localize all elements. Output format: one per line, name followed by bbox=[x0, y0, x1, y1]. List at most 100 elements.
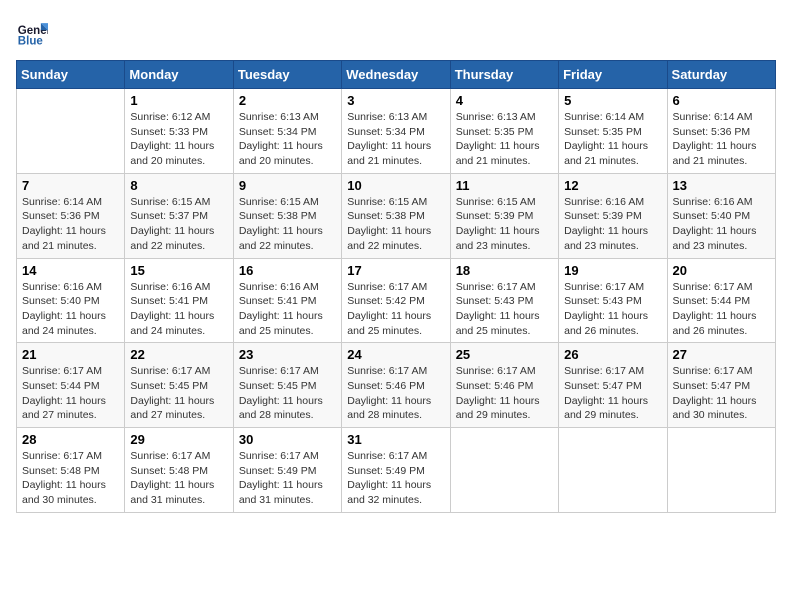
day-detail: Sunrise: 6:13 AM Sunset: 5:34 PM Dayligh… bbox=[347, 110, 444, 169]
day-number: 29 bbox=[130, 432, 227, 447]
day-number: 30 bbox=[239, 432, 336, 447]
calendar-cell: 18Sunrise: 6:17 AM Sunset: 5:43 PM Dayli… bbox=[450, 258, 558, 343]
day-detail: Sunrise: 6:17 AM Sunset: 5:46 PM Dayligh… bbox=[456, 364, 553, 423]
logo-icon: General Blue bbox=[16, 16, 48, 48]
day-number: 11 bbox=[456, 178, 553, 193]
day-detail: Sunrise: 6:17 AM Sunset: 5:44 PM Dayligh… bbox=[673, 280, 770, 339]
day-number: 7 bbox=[22, 178, 119, 193]
day-detail: Sunrise: 6:16 AM Sunset: 5:41 PM Dayligh… bbox=[239, 280, 336, 339]
calendar-cell: 13 Sunrise: 6:16 AM Sunset: 5:40 PM Dayli… bbox=[667, 173, 775, 258]
calendar-cell: 22Sunrise: 6:17 AM Sunset: 5:45 PM Dayli… bbox=[125, 343, 233, 428]
day-number: 24 bbox=[347, 347, 444, 362]
calendar-cell: 23 Sunrise: 6:17 AM Sunset: 5:45 PM Dayli… bbox=[233, 343, 341, 428]
day-detail: Sunrise: 6:15 AM Sunset: 5:39 PM Dayligh… bbox=[456, 195, 553, 254]
calendar-cell: 29 Sunrise: 6:17 AM Sunset: 5:48 PM Dayli… bbox=[125, 428, 233, 513]
calendar-cell bbox=[559, 428, 667, 513]
day-number: 20 bbox=[673, 263, 770, 278]
day-detail: Sunrise: 6:17 AM Sunset: 5:44 PM Dayligh… bbox=[22, 364, 119, 423]
calendar-cell bbox=[667, 428, 775, 513]
day-detail: Sunrise: 6:17 AM Sunset: 5:49 PM Dayligh… bbox=[347, 449, 444, 508]
day-number: 19 bbox=[564, 263, 661, 278]
calendar-cell: 20 Sunrise: 6:17 AM Sunset: 5:44 PM Dayli… bbox=[667, 258, 775, 343]
calendar-cell: 1 Sunrise: 6:12 AM Sunset: 5:33 PM Daylig… bbox=[125, 89, 233, 174]
calendar-cell: 24Sunrise: 6:17 AM Sunset: 5:46 PM Dayli… bbox=[342, 343, 450, 428]
day-number: 13 bbox=[673, 178, 770, 193]
day-detail: Sunrise: 6:17 AM Sunset: 5:47 PM Dayligh… bbox=[564, 364, 661, 423]
day-number: 8 bbox=[130, 178, 227, 193]
calendar-cell: 31 Sunrise: 6:17 AM Sunset: 5:49 PM Dayli… bbox=[342, 428, 450, 513]
logo: General Blue bbox=[16, 16, 52, 48]
calendar-cell: 11 Sunrise: 6:15 AM Sunset: 5:39 PM Dayli… bbox=[450, 173, 558, 258]
day-number: 27 bbox=[673, 347, 770, 362]
day-detail: Sunrise: 6:17 AM Sunset: 5:49 PM Dayligh… bbox=[239, 449, 336, 508]
day-detail: Sunrise: 6:17 AM Sunset: 5:45 PM Dayligh… bbox=[239, 364, 336, 423]
day-detail: Sunrise: 6:16 AM Sunset: 5:40 PM Dayligh… bbox=[22, 280, 119, 339]
day-number: 18 bbox=[456, 263, 553, 278]
calendar-cell: 9Sunrise: 6:15 AM Sunset: 5:38 PM Daylig… bbox=[233, 173, 341, 258]
day-detail: Sunrise: 6:15 AM Sunset: 5:38 PM Dayligh… bbox=[347, 195, 444, 254]
day-number: 17 bbox=[347, 263, 444, 278]
calendar-cell: 2 Sunrise: 6:13 AM Sunset: 5:34 PM Daylig… bbox=[233, 89, 341, 174]
weekday-header: Friday bbox=[559, 61, 667, 89]
day-detail: Sunrise: 6:14 AM Sunset: 5:35 PM Dayligh… bbox=[564, 110, 661, 169]
day-detail: Sunrise: 6:17 AM Sunset: 5:42 PM Dayligh… bbox=[347, 280, 444, 339]
calendar-week-row: 28 Sunrise: 6:17 AM Sunset: 5:48 PM Dayli… bbox=[17, 428, 776, 513]
weekday-header: Wednesday bbox=[342, 61, 450, 89]
weekday-header: Sunday bbox=[17, 61, 125, 89]
day-detail: Sunrise: 6:15 AM Sunset: 5:37 PM Dayligh… bbox=[130, 195, 227, 254]
page-header: General Blue bbox=[16, 16, 776, 48]
weekday-header: Monday bbox=[125, 61, 233, 89]
calendar-week-row: 14Sunrise: 6:16 AM Sunset: 5:40 PM Dayli… bbox=[17, 258, 776, 343]
calendar-cell: 30 Sunrise: 6:17 AM Sunset: 5:49 PM Dayli… bbox=[233, 428, 341, 513]
day-number: 23 bbox=[239, 347, 336, 362]
calendar-table: SundayMondayTuesdayWednesdayThursdayFrid… bbox=[16, 60, 776, 513]
day-number: 4 bbox=[456, 93, 553, 108]
day-number: 6 bbox=[673, 93, 770, 108]
day-detail: Sunrise: 6:12 AM Sunset: 5:33 PM Dayligh… bbox=[130, 110, 227, 169]
day-number: 2 bbox=[239, 93, 336, 108]
calendar-cell: 12 Sunrise: 6:16 AM Sunset: 5:39 PM Dayli… bbox=[559, 173, 667, 258]
day-detail: Sunrise: 6:14 AM Sunset: 5:36 PM Dayligh… bbox=[22, 195, 119, 254]
day-number: 25 bbox=[456, 347, 553, 362]
calendar-cell: 26 Sunrise: 6:17 AM Sunset: 5:47 PM Dayli… bbox=[559, 343, 667, 428]
weekday-header: Thursday bbox=[450, 61, 558, 89]
day-detail: Sunrise: 6:17 AM Sunset: 5:48 PM Dayligh… bbox=[22, 449, 119, 508]
calendar-cell: 28 Sunrise: 6:17 AM Sunset: 5:48 PM Dayli… bbox=[17, 428, 125, 513]
day-number: 5 bbox=[564, 93, 661, 108]
weekday-header: Tuesday bbox=[233, 61, 341, 89]
calendar-week-row: 1 Sunrise: 6:12 AM Sunset: 5:33 PM Daylig… bbox=[17, 89, 776, 174]
calendar-cell: 7 Sunrise: 6:14 AM Sunset: 5:36 PM Daylig… bbox=[17, 173, 125, 258]
day-detail: Sunrise: 6:16 AM Sunset: 5:39 PM Dayligh… bbox=[564, 195, 661, 254]
day-detail: Sunrise: 6:17 AM Sunset: 5:48 PM Dayligh… bbox=[130, 449, 227, 508]
calendar-cell: 10 Sunrise: 6:15 AM Sunset: 5:38 PM Dayli… bbox=[342, 173, 450, 258]
day-number: 26 bbox=[564, 347, 661, 362]
calendar-cell: 19 Sunrise: 6:17 AM Sunset: 5:43 PM Dayli… bbox=[559, 258, 667, 343]
day-detail: Sunrise: 6:17 AM Sunset: 5:43 PM Dayligh… bbox=[564, 280, 661, 339]
calendar-cell: 21Sunrise: 6:17 AM Sunset: 5:44 PM Dayli… bbox=[17, 343, 125, 428]
weekday-row: SundayMondayTuesdayWednesdayThursdayFrid… bbox=[17, 61, 776, 89]
day-detail: Sunrise: 6:16 AM Sunset: 5:40 PM Dayligh… bbox=[673, 195, 770, 254]
day-number: 1 bbox=[130, 93, 227, 108]
calendar-cell: 17 Sunrise: 6:17 AM Sunset: 5:42 PM Dayli… bbox=[342, 258, 450, 343]
calendar-cell bbox=[450, 428, 558, 513]
day-number: 22 bbox=[130, 347, 227, 362]
calendar-body: 1 Sunrise: 6:12 AM Sunset: 5:33 PM Daylig… bbox=[17, 89, 776, 513]
day-detail: Sunrise: 6:16 AM Sunset: 5:41 PM Dayligh… bbox=[130, 280, 227, 339]
day-number: 31 bbox=[347, 432, 444, 447]
calendar-cell: 5 Sunrise: 6:14 AM Sunset: 5:35 PM Daylig… bbox=[559, 89, 667, 174]
calendar-cell: 14Sunrise: 6:16 AM Sunset: 5:40 PM Dayli… bbox=[17, 258, 125, 343]
calendar-cell: 16Sunrise: 6:16 AM Sunset: 5:41 PM Dayli… bbox=[233, 258, 341, 343]
day-number: 28 bbox=[22, 432, 119, 447]
svg-text:Blue: Blue bbox=[18, 35, 44, 47]
day-number: 12 bbox=[564, 178, 661, 193]
calendar-cell: 8 Sunrise: 6:15 AM Sunset: 5:37 PM Daylig… bbox=[125, 173, 233, 258]
day-detail: Sunrise: 6:15 AM Sunset: 5:38 PM Dayligh… bbox=[239, 195, 336, 254]
calendar-cell: 15Sunrise: 6:16 AM Sunset: 5:41 PM Dayli… bbox=[125, 258, 233, 343]
day-detail: Sunrise: 6:13 AM Sunset: 5:35 PM Dayligh… bbox=[456, 110, 553, 169]
calendar-cell: 25 Sunrise: 6:17 AM Sunset: 5:46 PM Dayli… bbox=[450, 343, 558, 428]
calendar-header: SundayMondayTuesdayWednesdayThursdayFrid… bbox=[17, 61, 776, 89]
calendar-cell: 3 Sunrise: 6:13 AM Sunset: 5:34 PM Daylig… bbox=[342, 89, 450, 174]
day-detail: Sunrise: 6:13 AM Sunset: 5:34 PM Dayligh… bbox=[239, 110, 336, 169]
day-number: 3 bbox=[347, 93, 444, 108]
day-number: 10 bbox=[347, 178, 444, 193]
